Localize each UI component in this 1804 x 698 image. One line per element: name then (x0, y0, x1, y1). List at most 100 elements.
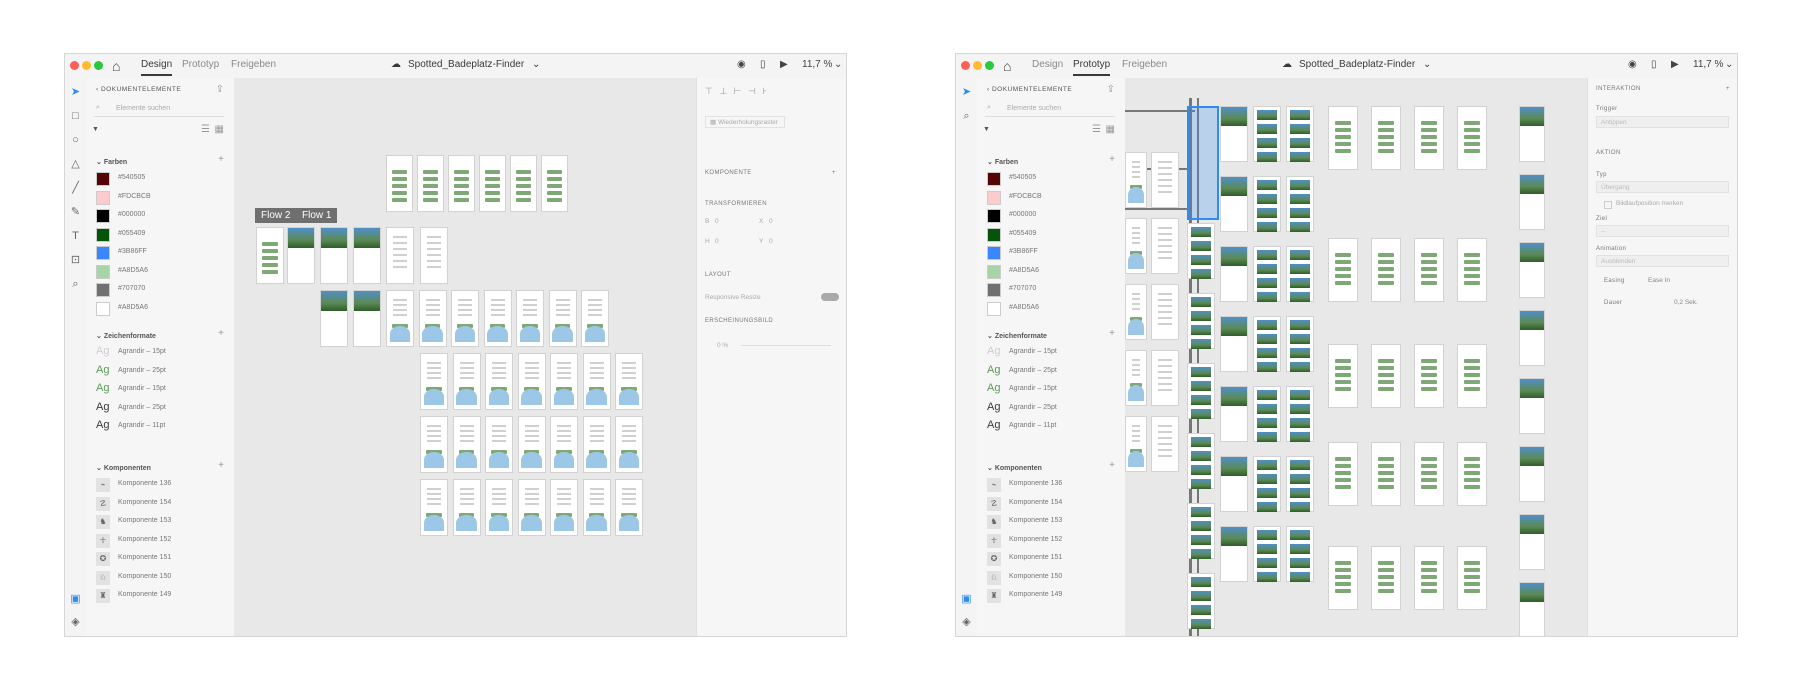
artboard[interactable] (448, 155, 475, 212)
color-swatch[interactable] (96, 209, 110, 223)
device-preview-icon[interactable]: ▯ (1651, 59, 1657, 70)
artboard[interactable] (485, 479, 513, 536)
add-char-style-button[interactable]: + (1109, 328, 1115, 339)
opacity-slider[interactable] (741, 345, 831, 346)
user-icon[interactable]: ◉ (737, 59, 746, 70)
assets-icon[interactable]: ▣ (960, 593, 973, 606)
artboard[interactable] (1286, 246, 1314, 302)
artboard[interactable] (1519, 446, 1545, 502)
color-swatch-row[interactable]: #055409 (987, 226, 1117, 244)
artboard-tool-icon[interactable]: ⊡ (69, 254, 82, 267)
artboard[interactable] (1519, 378, 1545, 434)
artboard[interactable] (386, 227, 414, 284)
component-row[interactable]: ☥ Komponente 152 (987, 532, 1117, 550)
tab-design[interactable]: Design (141, 59, 173, 76)
component-row[interactable]: ☥ Komponente 152 (96, 532, 226, 550)
artboard[interactable] (1371, 546, 1401, 610)
section-farben[interactable]: ⌄ Farben (96, 158, 127, 166)
artboard[interactable] (452, 479, 481, 536)
layers-icon[interactable]: ◈ (69, 616, 82, 629)
document-title[interactable]: Spotted_Badeplatz-Finder (408, 59, 524, 70)
layers-icon[interactable]: ◈ (960, 616, 973, 629)
char-style-row[interactable]: Ag Agrandir – 25pt (987, 363, 1117, 381)
animation-select[interactable]: Ausblenden (1596, 255, 1729, 267)
component-row[interactable]: ⌁ Komponente 136 (96, 476, 226, 494)
artboard[interactable] (1371, 344, 1401, 408)
component-row[interactable]: ✪ Komponente 151 (96, 550, 226, 568)
artboard[interactable] (548, 290, 577, 347)
y-field[interactable]: 0 (769, 238, 773, 245)
artboard[interactable] (1253, 526, 1281, 582)
artboard[interactable] (1328, 106, 1358, 170)
artboard[interactable] (1414, 106, 1444, 170)
artboard[interactable] (1286, 316, 1314, 372)
artboard[interactable] (1220, 456, 1248, 512)
sort-icon[interactable]: ☰ (201, 124, 210, 135)
line-tool-icon[interactable]: ╱ (69, 182, 82, 195)
user-icon[interactable]: ◉ (1628, 59, 1637, 70)
prototype-wire[interactable] (1125, 110, 1195, 112)
artboard[interactable] (483, 290, 512, 347)
artboard[interactable] (1220, 106, 1248, 162)
artboard[interactable] (1253, 176, 1281, 232)
component-row[interactable]: ☡ Komponente 154 (987, 495, 1117, 513)
ziel-select[interactable]: -- (1596, 225, 1729, 237)
trigger-select[interactable]: Antippen (1596, 116, 1729, 128)
artboard[interactable] (1220, 526, 1248, 582)
artboard[interactable] (517, 353, 546, 410)
artboard[interactable] (479, 155, 506, 212)
artboard[interactable] (485, 353, 513, 410)
component-row[interactable]: ♜ Komponente 149 (96, 587, 226, 605)
artboard[interactable] (1253, 456, 1281, 512)
artboard[interactable] (417, 155, 444, 212)
add-color-button[interactable]: + (218, 154, 224, 165)
color-swatch[interactable] (96, 190, 110, 205)
color-swatch-row[interactable]: #000000 (96, 207, 226, 225)
opacity-value[interactable]: 0 % (717, 342, 728, 349)
width-field[interactable]: 0 (715, 218, 719, 225)
component-row[interactable]: ♞ Komponente 153 (96, 513, 226, 531)
artboard[interactable] (1187, 223, 1215, 279)
color-swatch-row[interactable]: #707070 (987, 281, 1117, 299)
artboard[interactable] (615, 479, 643, 536)
add-icon[interactable]: + (1726, 86, 1730, 92)
artboard[interactable] (1457, 238, 1487, 302)
zoom-window-button[interactable] (94, 61, 103, 70)
char-style-row[interactable]: Ag Agrandir – 11pt (987, 418, 1117, 436)
artboard[interactable] (1457, 344, 1487, 408)
artboard[interactable] (582, 353, 611, 410)
play-icon[interactable]: ▶ (780, 59, 788, 70)
char-style-row[interactable]: Ag Agrandir – 15pt (96, 381, 226, 399)
close-window-button[interactable] (961, 61, 970, 70)
dauer-select[interactable]: 0,2 Sek. (1674, 299, 1698, 306)
artboard[interactable] (1371, 238, 1401, 302)
sort-icon[interactable]: ☰ (1092, 124, 1101, 135)
char-style-row[interactable]: Ag Agrandir – 15pt (987, 344, 1117, 362)
artboard[interactable] (1286, 106, 1314, 162)
section-farben[interactable]: ⌄ Farben (987, 158, 1018, 166)
color-swatch-row[interactable]: #A8D5A6 (96, 300, 226, 318)
artboard[interactable] (615, 416, 643, 473)
artboard[interactable] (1414, 344, 1444, 408)
component-row[interactable]: ♘ Komponente 150 (96, 569, 226, 587)
color-swatch-row[interactable]: #3B86FF (987, 244, 1117, 262)
artboard[interactable] (1328, 442, 1358, 506)
color-swatch-row[interactable]: #540505 (987, 170, 1117, 188)
artboard[interactable] (1414, 546, 1444, 610)
tab-design[interactable]: Design (1032, 59, 1063, 70)
minimize-window-button[interactable] (82, 61, 91, 70)
select-tool-icon[interactable]: ➤ (69, 86, 82, 99)
artboard[interactable] (550, 416, 578, 473)
artboard[interactable] (1414, 442, 1444, 506)
color-swatch[interactable] (96, 246, 110, 260)
section-komponenten[interactable]: ⌄ Komponenten (987, 464, 1042, 472)
artboard[interactable] (510, 155, 537, 212)
component-row[interactable]: ☡ Komponente 154 (96, 495, 226, 513)
color-swatch[interactable] (96, 283, 110, 297)
component-row[interactable]: ✪ Komponente 151 (987, 550, 1117, 568)
artboard[interactable] (1519, 242, 1545, 298)
artboard[interactable] (1519, 106, 1545, 162)
artboard[interactable] (452, 353, 481, 410)
typ-select[interactable]: Übergang (1596, 181, 1729, 193)
artboard[interactable] (1151, 284, 1179, 340)
